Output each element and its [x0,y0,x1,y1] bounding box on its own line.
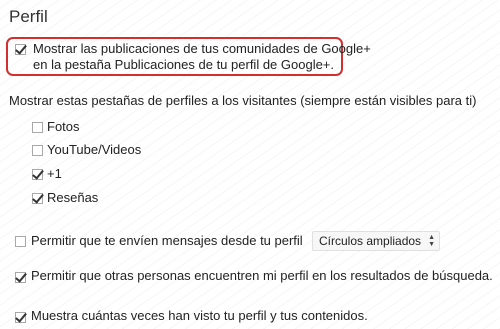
tab-plusone-checkbox[interactable] [32,169,43,180]
tab-youtube-checkbox[interactable] [32,145,43,156]
search-checkbox[interactable] [15,272,26,283]
tab-fotos-checkbox[interactable] [32,122,43,133]
search-label: Permitir que otras personas encuentren m… [31,268,493,283]
views-checkbox[interactable] [15,312,26,323]
tab-youtube-label: YouTube/Videos [47,142,142,157]
tab-plusone-label: +1 [47,166,62,181]
tab-resenas-label: Reseñas [47,190,99,205]
communities-label-line2: en la pestaña Publicaciones de tu perfil… [33,57,335,72]
messages-circles-select[interactable]: Círculos ampliados ▲ ▼ [312,231,440,251]
views-label: Muestra cuántas veces han visto tu perfi… [31,308,368,323]
select-updown-icon: ▲ ▼ [428,234,435,248]
tabs-heading: Mostrar estas pestañas de perfiles a los… [9,93,477,108]
communities-checkbox[interactable] [15,44,26,55]
messages-circles-select-value: Círculos ampliados [319,234,422,248]
section-title: Perfil [9,7,48,26]
communities-label-line1: Mostrar las publicaciones de tus comunid… [33,41,371,56]
tab-fotos-label: Fotos [47,119,80,134]
messages-label: Permitir que te envíen mensajes desde tu… [31,233,303,248]
tab-resenas-checkbox[interactable] [32,193,43,204]
messages-checkbox[interactable] [15,236,26,247]
